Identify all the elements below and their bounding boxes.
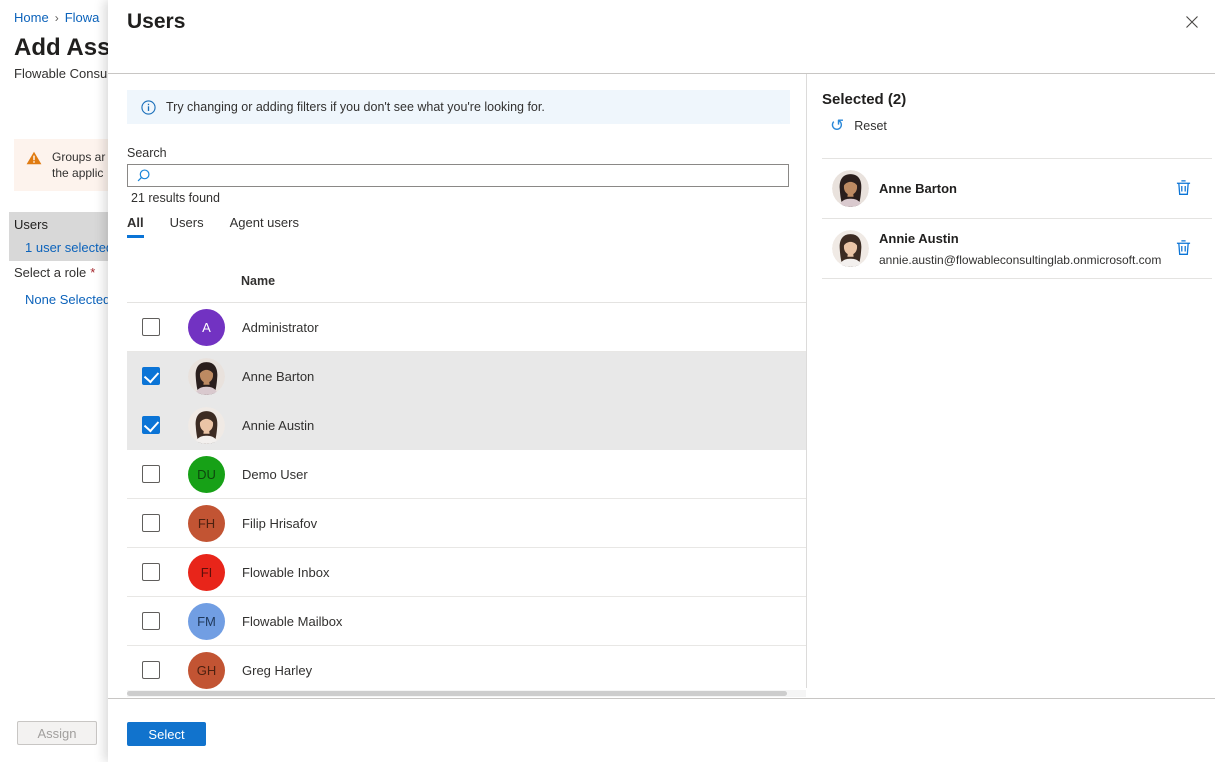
tab-agent-users[interactable]: Agent users (230, 215, 299, 238)
panel-title: Users (127, 10, 185, 34)
row-checkbox[interactable] (142, 318, 160, 336)
none-selected-link[interactable]: None Selected (25, 292, 108, 307)
assign-button[interactable]: Assign (17, 721, 97, 745)
search-box (127, 164, 789, 187)
reset-label: Reset (854, 119, 887, 133)
avatar: FI (188, 554, 225, 591)
avatar: FM (188, 603, 225, 640)
table-row[interactable]: A Administrator (127, 303, 806, 352)
row-user-name: Flowable Inbox (242, 565, 329, 580)
users-selection-box: Users 1 user selected (9, 212, 108, 261)
selected-user-email: annie.austin@flowableconsultinglab.onmic… (879, 253, 1173, 267)
search-input[interactable] (159, 168, 788, 183)
selected-count-title: Selected (2) (822, 91, 906, 108)
info-banner: Try changing or adding filters if you do… (127, 90, 790, 124)
column-divider (806, 74, 807, 688)
row-user-name: Administrator (242, 320, 319, 335)
selected-user-name: Annie Austin (879, 231, 959, 246)
table-row[interactable]: Annie Austin (127, 401, 806, 450)
info-banner-text: Try changing or adding filters if you do… (166, 100, 545, 114)
breadcrumb-home-link[interactable]: Home (14, 10, 49, 25)
avatar (832, 170, 869, 207)
row-user-name: Flowable Mailbox (242, 614, 342, 629)
select-button[interactable]: Select (127, 722, 206, 746)
avatar (188, 358, 225, 395)
row-user-name: Filip Hrisafov (242, 516, 317, 531)
panel-footer: Select (108, 698, 1215, 762)
table-row[interactable]: FM Flowable Mailbox (127, 597, 806, 646)
selected-item: Annie Austin annie.austin@flowableconsult… (822, 219, 1212, 279)
selected-list: Anne Barton Annie Austin annie.austin@flo… (822, 159, 1212, 279)
tab-bar: All Users Agent users (127, 215, 299, 238)
user-photo (832, 170, 869, 207)
warning-banner: Groups ar the applic (14, 139, 108, 191)
row-checkbox[interactable] (142, 612, 160, 630)
avatar: A (188, 309, 225, 346)
users-flyout-panel: Users Try changing or adding filters if … (108, 0, 1215, 762)
row-checkbox[interactable] (142, 416, 160, 434)
name-column-header: Name (241, 274, 275, 288)
table-row[interactable]: FH Filip Hrisafov (127, 499, 806, 548)
close-icon[interactable] (1183, 14, 1201, 32)
avatar (188, 407, 225, 444)
table-row[interactable]: GH Greg Harley (127, 646, 806, 689)
background-page: Home › Flowa Add Ass Flowable Consul Group… (0, 0, 108, 762)
tab-all[interactable]: All (127, 215, 144, 238)
trash-icon (1175, 239, 1192, 256)
table-row[interactable]: Anne Barton (127, 352, 806, 401)
search-label: Search (127, 146, 167, 160)
user-photo (188, 407, 225, 444)
row-checkbox[interactable] (142, 563, 160, 581)
row-checkbox[interactable] (142, 465, 160, 483)
info-icon (141, 100, 156, 115)
table-row[interactable]: DU Demo User (127, 450, 806, 499)
remove-selected-button[interactable] (1173, 237, 1194, 261)
page-subtitle: Flowable Consul (14, 66, 108, 81)
row-user-name: Greg Harley (242, 663, 312, 678)
avatar: DU (188, 456, 225, 493)
row-checkbox[interactable] (142, 661, 160, 679)
user-selected-link[interactable]: 1 user selected (25, 240, 108, 255)
row-checkbox[interactable] (142, 514, 160, 532)
user-photo (188, 358, 225, 395)
breadcrumb-separator-icon: › (55, 11, 59, 25)
tab-users[interactable]: Users (170, 215, 204, 238)
remove-selected-button[interactable] (1173, 177, 1194, 201)
breadcrumb: Home › Flowa (14, 10, 99, 25)
user-photo (832, 230, 869, 267)
avatar (832, 230, 869, 267)
results-count: 21 results found (131, 191, 220, 205)
row-user-name: Anne Barton (242, 369, 314, 384)
row-checkbox[interactable] (142, 367, 160, 385)
scrollbar-thumb[interactable] (127, 691, 787, 696)
avatar: FH (188, 505, 225, 542)
header-divider (108, 73, 1215, 74)
reset-icon: ↺ (830, 118, 844, 134)
warning-text: Groups ar the applic (52, 149, 105, 191)
horizontal-scrollbar[interactable] (127, 690, 806, 697)
avatar: GH (188, 652, 225, 689)
selected-item: Anne Barton (822, 159, 1212, 219)
trash-icon (1175, 179, 1192, 196)
breadcrumb-flowable-link[interactable]: Flowa (65, 10, 100, 25)
warning-icon (26, 151, 42, 165)
users-label: Users (14, 217, 108, 232)
reset-button[interactable]: ↺ Reset (830, 118, 887, 134)
selected-user-name: Anne Barton (879, 181, 957, 196)
user-list: A Administrator Anne Barton Annie Austin D… (127, 303, 806, 689)
search-icon (136, 168, 151, 183)
row-user-name: Annie Austin (242, 418, 314, 433)
required-asterisk: * (90, 265, 95, 280)
table-row[interactable]: FI Flowable Inbox (127, 548, 806, 597)
page-title: Add Ass (14, 34, 108, 62)
select-role-label: Select a role* (14, 265, 95, 280)
row-user-name: Demo User (242, 467, 308, 482)
